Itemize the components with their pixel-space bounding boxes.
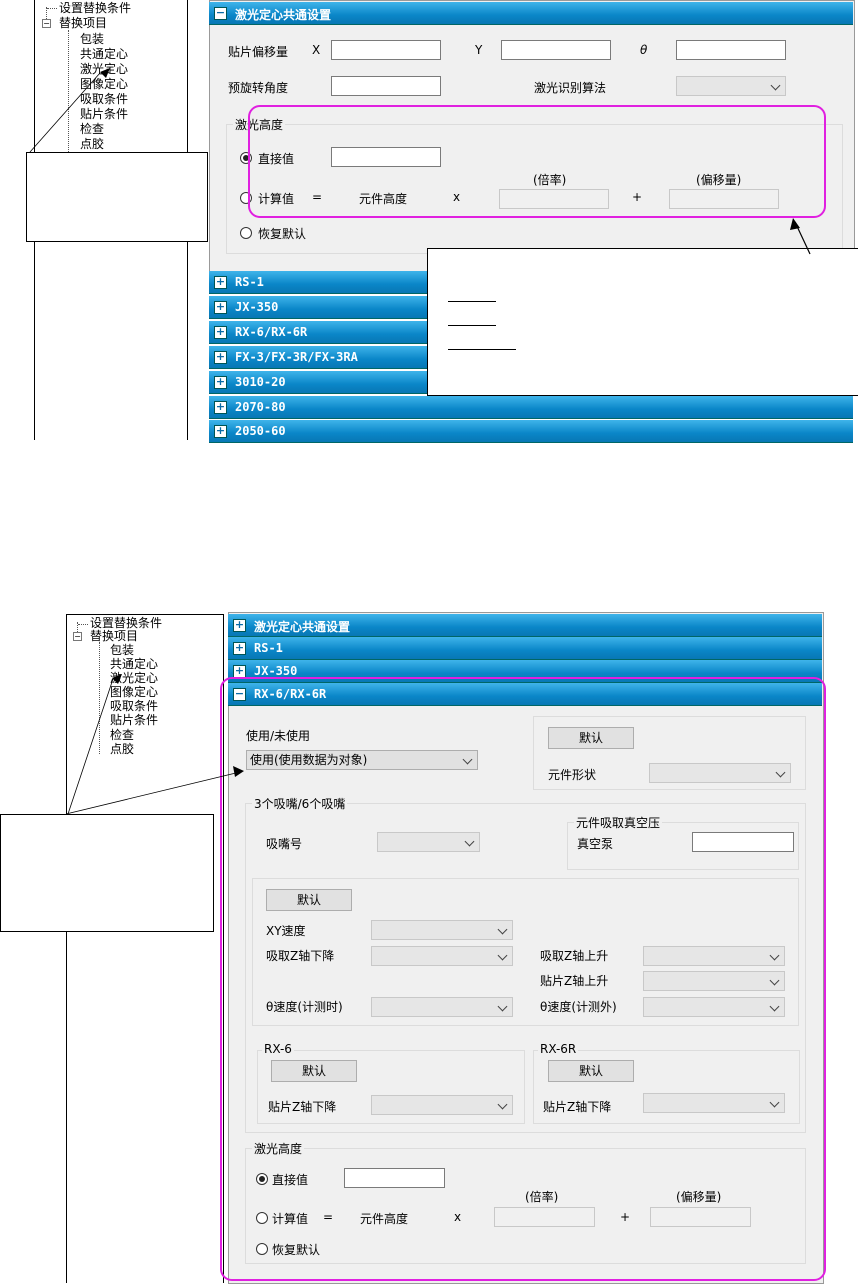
pointer-line <box>67 678 114 815</box>
annotation-arrows-top <box>29 68 811 255</box>
arrow-head-icon <box>112 674 122 684</box>
arrow-head-icon <box>790 218 800 230</box>
pointer-line <box>65 771 241 815</box>
annotation-arrows-bottom <box>65 674 244 815</box>
arrow-head-icon <box>233 766 244 777</box>
arrow-head-icon <box>100 68 110 78</box>
pointer-line <box>29 72 101 153</box>
